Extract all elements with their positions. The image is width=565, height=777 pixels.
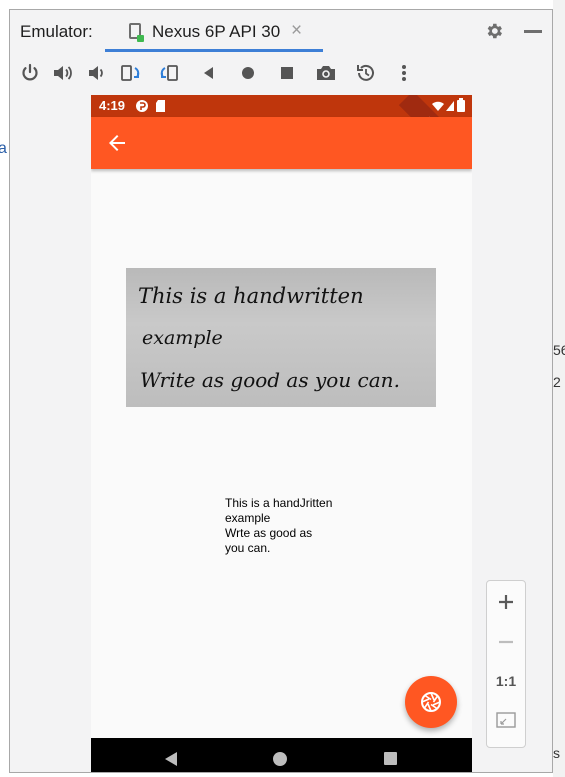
- rotate-left-icon[interactable]: [119, 58, 143, 88]
- tab-nexus-6p[interactable]: Nexus 6P API 30 ×: [105, 10, 323, 52]
- more-icon[interactable]: [392, 58, 416, 88]
- arrow-back-icon[interactable]: [105, 131, 129, 155]
- emulator-window: Emulator: Nexus 6P API 30 × 4:19 This is…: [9, 9, 553, 773]
- volume-down-icon[interactable]: [84, 58, 108, 88]
- handwriting-line-2: example: [142, 327, 223, 349]
- home-icon[interactable]: [236, 58, 260, 88]
- fit-screen-icon: [496, 712, 516, 728]
- zoom-in-button[interactable]: [487, 583, 525, 621]
- background-left: a: [0, 0, 9, 777]
- status-time: 4:19: [99, 98, 126, 113]
- handwriting-line-1: This is a handwritten: [138, 284, 364, 308]
- emulator-toolbar: [10, 58, 552, 88]
- bg-fragment-a: a: [0, 140, 7, 157]
- sd-card-icon: [156, 100, 165, 112]
- zoom-actual-size-button[interactable]: 1:1: [487, 662, 525, 700]
- background-right: 56 2 s: [553, 0, 565, 777]
- camera-fab[interactable]: [405, 676, 457, 728]
- plus-icon: [499, 595, 513, 609]
- rotate-right-icon[interactable]: [157, 58, 181, 88]
- system-nav-bar: [91, 738, 472, 772]
- zoom-controls: 1:1: [486, 580, 526, 748]
- zoom-out-button[interactable]: [487, 623, 525, 661]
- recognized-text: This is a handJritten example Wrte as go…: [225, 496, 333, 555]
- notification-icon: [136, 100, 148, 112]
- status-bar: 4:19 DEBUG: [91, 95, 472, 169]
- shutter-icon: [421, 692, 441, 712]
- overview-icon[interactable]: [275, 58, 299, 88]
- nav-overview-icon[interactable]: [383, 751, 398, 766]
- tab-underline: [105, 49, 323, 52]
- signal-icon: [446, 101, 454, 111]
- app-bar: [91, 117, 472, 169]
- minimize-icon[interactable]: [524, 30, 542, 33]
- bg-fragment-56: 56: [553, 342, 565, 358]
- camera-icon[interactable]: [314, 58, 338, 88]
- handwriting-image: This is a handwritten example Write as g…: [126, 268, 436, 407]
- back-icon[interactable]: [197, 58, 221, 88]
- handwriting-line-3: Write as good as you can.: [140, 368, 400, 392]
- gear-icon[interactable]: [484, 21, 504, 41]
- title-bar: Emulator: Nexus 6P API 30 ×: [10, 10, 552, 52]
- zoom-fit-button[interactable]: [487, 701, 525, 739]
- device-online-indicator: [137, 35, 144, 42]
- device-screen: 4:19 DEBUG This is a handwritten example…: [91, 95, 472, 772]
- bg-fragment-2: 2: [553, 374, 561, 390]
- handwriting-svg: This is a handwritten example Write as g…: [138, 284, 400, 392]
- tab-close-icon[interactable]: ×: [291, 20, 302, 42]
- power-icon[interactable]: [18, 58, 42, 88]
- tab-label: Nexus 6P API 30: [152, 22, 281, 41]
- battery-icon: [457, 98, 465, 112]
- snapshot-icon[interactable]: [354, 58, 378, 88]
- nav-back-icon[interactable]: [163, 750, 179, 768]
- nav-home-icon[interactable]: [272, 751, 288, 767]
- volume-up-icon[interactable]: [51, 58, 75, 88]
- window-title: Emulator:: [20, 22, 93, 41]
- minus-icon: [499, 640, 513, 644]
- bg-fragment-s: s: [553, 745, 560, 761]
